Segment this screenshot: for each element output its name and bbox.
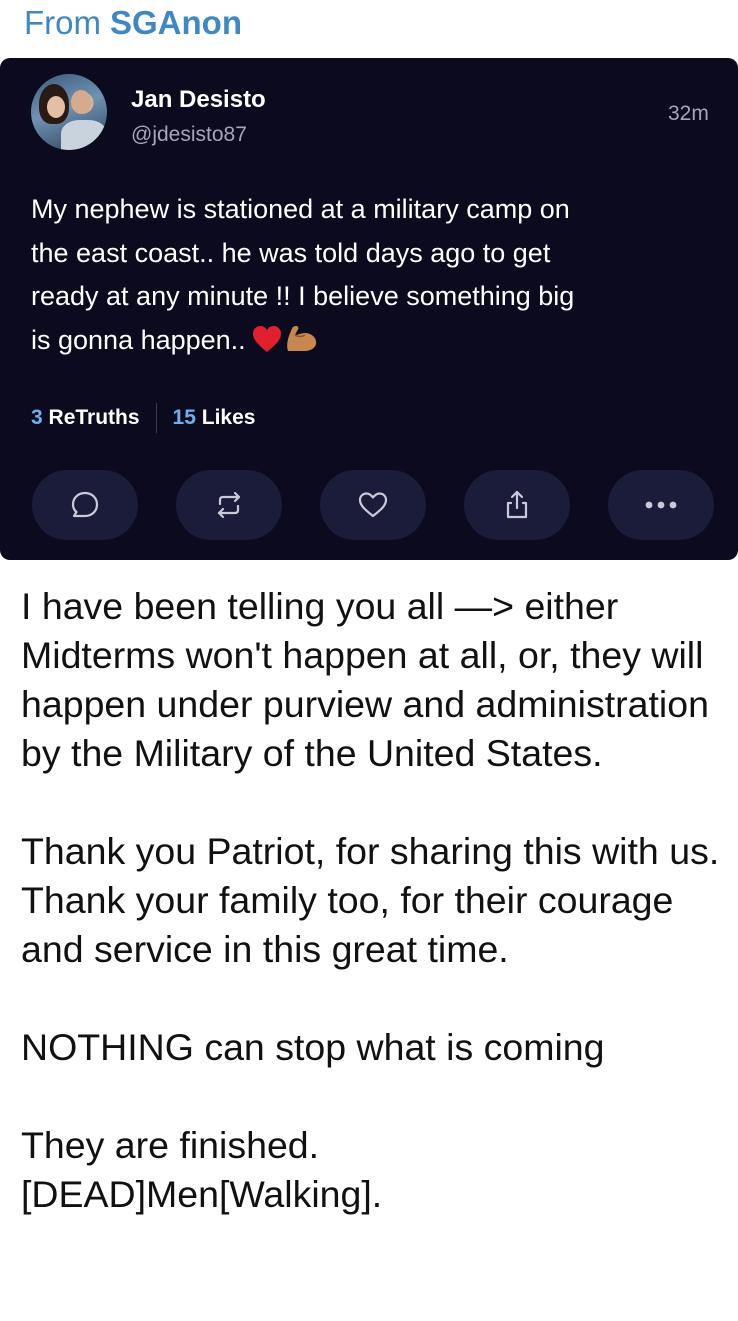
message-paragraph: NOTHING can stop what is coming xyxy=(21,1026,605,1068)
message-paragraph-line: They are finished. xyxy=(21,1124,320,1166)
post-text-line: My nephew is stationed at a military cam… xyxy=(31,194,570,224)
retruths-stat[interactable]: 3 ReTruths xyxy=(31,406,140,430)
like-button[interactable] xyxy=(320,470,426,540)
author-display-name[interactable]: Jan Desisto xyxy=(131,86,266,114)
source-channel-link[interactable]: SGAnon xyxy=(110,6,242,39)
author-handle[interactable]: @jdesisto87 xyxy=(131,123,247,147)
red-heart-icon xyxy=(252,323,282,367)
message-paragraph: Thank you Patriot, for sharing this with… xyxy=(21,830,720,970)
post-body-text: My nephew is stationed at a military cam… xyxy=(31,188,711,366)
post-timestamp: 32m xyxy=(668,102,709,125)
reply-button[interactable] xyxy=(32,470,138,540)
message-paragraph-line: [DEAD]Men[Walking]. xyxy=(21,1173,383,1215)
forwarded-from-label: From xyxy=(24,3,101,41)
retruths-count: 3 xyxy=(31,406,43,429)
author-avatar[interactable] xyxy=(31,74,107,150)
heart-icon xyxy=(356,488,390,522)
channel-message-text: I have been telling you all —> either Mi… xyxy=(21,582,721,1219)
message-paragraph: I have been telling you all —> either Mi… xyxy=(21,585,709,774)
share-button[interactable] xyxy=(464,470,570,540)
more-button[interactable] xyxy=(608,470,714,540)
likes-label: Likes xyxy=(201,406,256,429)
likes-stat[interactable]: 15 Likes xyxy=(173,406,256,430)
post-stats: 3 ReTruths 15 Likes xyxy=(31,402,255,434)
share-icon xyxy=(500,488,534,522)
post-text-line: is gonna happen.. xyxy=(31,324,246,355)
message-paragraph: They are finished. [DEAD]Men[Walking]. xyxy=(21,1121,721,1219)
more-dots-icon xyxy=(641,499,681,511)
flexed-biceps-icon xyxy=(284,323,318,367)
speech-bubble-icon xyxy=(68,488,102,522)
retruth-button[interactable] xyxy=(176,470,282,540)
likes-count: 15 xyxy=(172,406,196,429)
forwarded-from-header: From SGAnon xyxy=(24,0,242,44)
stats-divider xyxy=(155,403,157,433)
repost-arrows-icon xyxy=(212,488,246,522)
post-text-line: ready at any minute !! I believe somethi… xyxy=(31,281,575,311)
post-text-line: the east coast.. he was told days ago to… xyxy=(31,237,551,268)
retruths-label: ReTruths xyxy=(48,406,140,429)
